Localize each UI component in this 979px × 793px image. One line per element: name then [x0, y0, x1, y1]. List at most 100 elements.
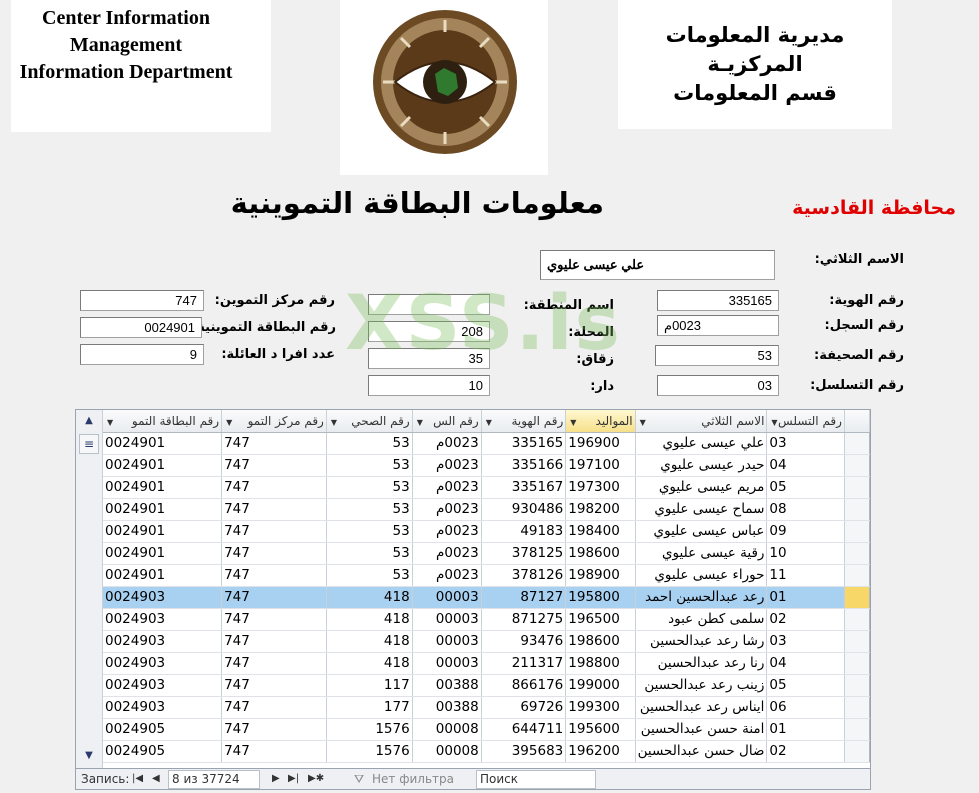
- cell-reg[interactable]: 00003: [412, 608, 482, 631]
- cell-name[interactable]: رعد عبدالحسين احمد: [635, 586, 768, 609]
- cell-id[interactable]: 930486: [481, 498, 567, 521]
- cell-reg[interactable]: 0023م: [412, 498, 482, 521]
- cell-serial[interactable]: 02: [766, 608, 845, 631]
- ration-card-field[interactable]: 0024901: [80, 317, 202, 338]
- cell-serial[interactable]: 01: [766, 718, 845, 741]
- cell-page[interactable]: 418: [326, 652, 413, 675]
- serial-number-field[interactable]: 03: [657, 375, 779, 396]
- row-selector[interactable]: [844, 476, 870, 499]
- cell-page[interactable]: 53: [326, 520, 413, 543]
- cell-center[interactable]: 747: [221, 542, 327, 565]
- select-all-corner[interactable]: [844, 410, 870, 433]
- cell-page[interactable]: 418: [326, 586, 413, 609]
- cell-id[interactable]: 335167: [481, 476, 567, 499]
- cell-name[interactable]: امنة حسن عبدالحسين: [635, 718, 768, 741]
- records-datasheet[interactable]: ▲ ≡ ▼ ▼ رقم البطاقة التمو ▼ رقم مركز التمو ▼…: [75, 409, 871, 769]
- cell-id[interactable]: 93476: [481, 630, 567, 653]
- cell-birth[interactable]: 197300: [565, 476, 636, 499]
- table-row[interactable]: 0024901 747 53 0023م 335165 196900 علي عيسى عل…: [103, 432, 870, 455]
- area-name-field[interactable]: [368, 294, 490, 315]
- cell-birth[interactable]: 195600: [565, 718, 636, 741]
- chevron-down-icon[interactable]: ▼: [331, 418, 337, 427]
- register-number-field[interactable]: 0023م: [657, 315, 779, 336]
- cell-reg[interactable]: 0023م: [412, 432, 482, 455]
- page-number-field[interactable]: 53: [655, 345, 779, 366]
- id-number-field[interactable]: 335165: [657, 290, 779, 311]
- row-selector[interactable]: [844, 718, 870, 741]
- cell-birth[interactable]: 195800: [565, 586, 636, 609]
- cell-id[interactable]: 644711: [481, 718, 567, 741]
- cell-reg[interactable]: 00008: [412, 740, 482, 763]
- cell-page[interactable]: 53: [326, 432, 413, 455]
- row-selector[interactable]: [844, 652, 870, 675]
- chevron-down-icon[interactable]: ▼: [417, 418, 423, 427]
- cell-card[interactable]: 0024903: [103, 630, 223, 653]
- cell-card[interactable]: 0024905: [103, 740, 223, 763]
- cell-card[interactable]: 0024901: [103, 476, 223, 499]
- cell-page[interactable]: 117: [326, 674, 413, 697]
- cell-serial[interactable]: 03: [766, 630, 845, 653]
- cell-id[interactable]: 335166: [481, 454, 567, 477]
- cell-serial[interactable]: 04: [766, 454, 845, 477]
- row-selector[interactable]: [844, 696, 870, 719]
- cell-card[interactable]: 0024903: [103, 696, 223, 719]
- cell-page[interactable]: 53: [326, 454, 413, 477]
- table-row[interactable]: 0024903 747 418 00003 871275 196500 سلمى كطن ع…: [103, 608, 870, 631]
- cell-center[interactable]: 747: [221, 454, 327, 477]
- cell-name[interactable]: علي عيسى عليوي: [635, 432, 768, 455]
- cell-birth[interactable]: 196200: [565, 740, 636, 763]
- cell-birth[interactable]: 198900: [565, 564, 636, 587]
- cell-center[interactable]: 747: [221, 696, 327, 719]
- next-record-icon[interactable]: ▶: [272, 773, 280, 784]
- cell-name[interactable]: رقية عيسى عليوي: [635, 542, 768, 565]
- previous-record-icon[interactable]: ◀: [152, 773, 160, 784]
- cell-page[interactable]: 53: [326, 498, 413, 521]
- cell-page[interactable]: 53: [326, 476, 413, 499]
- cell-id[interactable]: 378125: [481, 542, 567, 565]
- cell-id[interactable]: 211317: [481, 652, 567, 675]
- cell-card[interactable]: 0024901: [103, 520, 223, 543]
- cell-serial[interactable]: 05: [766, 674, 845, 697]
- cell-id[interactable]: 871275: [481, 608, 567, 631]
- cell-serial[interactable]: 03: [766, 432, 845, 455]
- column-header-serial-col[interactable]: ▼ رقم التسلس: [766, 410, 845, 433]
- cell-page[interactable]: 1576: [326, 718, 413, 741]
- table-row[interactable]: 0024901 747 53 0023م 335166 197100 حيدر عيسى ع…: [103, 454, 870, 477]
- cell-serial[interactable]: 02: [766, 740, 845, 763]
- column-header-center-col[interactable]: ▼ رقم مركز التمو: [221, 410, 327, 433]
- cell-card[interactable]: 0024903: [103, 608, 223, 631]
- cell-center[interactable]: 747: [221, 652, 327, 675]
- row-selector[interactable]: [844, 542, 870, 565]
- table-row[interactable]: 0024903 747 117 00388 866176 199000 زينب رعد ع…: [103, 674, 870, 697]
- search-field[interactable]: Поиск: [476, 770, 596, 789]
- table-row[interactable]: 0024903 747 177 00388 69726 199300 ايناس رعد ع…: [103, 696, 870, 719]
- cell-birth[interactable]: 199000: [565, 674, 636, 697]
- column-header-page-col[interactable]: ▼ رقم الصحي: [326, 410, 413, 433]
- cell-birth[interactable]: 199300: [565, 696, 636, 719]
- cell-birth[interactable]: 196900: [565, 432, 636, 455]
- cell-center[interactable]: 747: [221, 630, 327, 653]
- cell-center[interactable]: 747: [221, 608, 327, 631]
- cell-serial[interactable]: 06: [766, 696, 845, 719]
- scroll-thumb[interactable]: ≡: [79, 434, 99, 454]
- cell-name[interactable]: حوراء عيسى عليوي: [635, 564, 768, 587]
- new-record-icon[interactable]: ▶✱: [308, 773, 324, 784]
- cell-id[interactable]: 395683: [481, 740, 567, 763]
- table-row[interactable]: 0024901 747 53 0023م 378125 198600 رقية عيسى ع…: [103, 542, 870, 565]
- cell-reg[interactable]: 0023م: [412, 542, 482, 565]
- cell-serial[interactable]: 10: [766, 542, 845, 565]
- cell-serial[interactable]: 04: [766, 652, 845, 675]
- family-count-field[interactable]: 9: [80, 344, 204, 365]
- cell-serial[interactable]: 01: [766, 586, 845, 609]
- cell-id[interactable]: 378126: [481, 564, 567, 587]
- chevron-down-icon[interactable]: ▼: [226, 418, 232, 427]
- vertical-scrollbar[interactable]: ▲ ≡ ▼: [76, 410, 103, 768]
- table-row[interactable]: 0024901 747 53 0023م 335167 197300 مريم عيسى ع…: [103, 476, 870, 499]
- cell-serial[interactable]: 09: [766, 520, 845, 543]
- cell-center[interactable]: 747: [221, 564, 327, 587]
- column-header-register-col[interactable]: ▼ رقم الس: [412, 410, 482, 433]
- cell-serial[interactable]: 08: [766, 498, 845, 521]
- cell-name[interactable]: ايناس رعد عبدالحسين: [635, 696, 768, 719]
- cell-card[interactable]: 0024901: [103, 564, 223, 587]
- cell-id[interactable]: 335165: [481, 432, 567, 455]
